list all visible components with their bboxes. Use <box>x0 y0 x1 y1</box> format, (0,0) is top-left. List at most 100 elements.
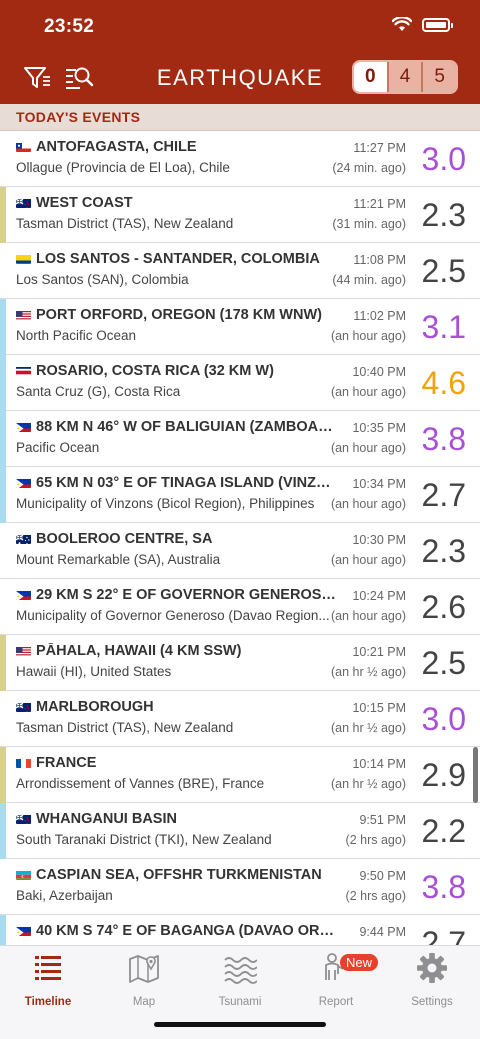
event-time: 11:08 PM <box>353 253 406 267</box>
event-time: 10:30 PM <box>352 533 406 547</box>
depth-indicator-bar <box>0 187 6 243</box>
chile-flag-icon <box>16 141 31 152</box>
event-region: Ollague (Provincia de El Loa), Chile <box>16 160 230 175</box>
event-magnitude: 2.5 <box>421 645 466 681</box>
gear-icon <box>417 953 447 983</box>
event-row[interactable]: LOS SANTOS - SANTANDER, COLOMBIA Los Sant… <box>0 243 480 299</box>
event-row[interactable]: PORT ORFORD, OREGON (178 KM WNW) North Pa… <box>0 299 480 355</box>
event-place: 29 KM S 22° E OF GOVERNOR GENEROSO (... <box>36 587 336 603</box>
event-row[interactable]: CASPIAN SEA, OFFSHR TURKMENISTAN Baki, Az… <box>0 859 480 915</box>
home-indicator <box>154 1022 326 1027</box>
event-time: 11:21 PM <box>353 197 406 211</box>
event-relative-time: (24 min. ago) <box>332 161 406 175</box>
new-zealand-flag-icon <box>16 701 31 712</box>
event-row[interactable]: BOOLEROO CENTRE, SA Mount Remarkable (SA)… <box>0 523 480 579</box>
event-region: Municipality of Vinzons (Bicol Region), … <box>16 496 315 511</box>
event-time: 10:35 PM <box>352 421 406 435</box>
event-relative-time: (an hr ½ ago) <box>330 665 406 679</box>
timeline-icon <box>35 956 61 980</box>
event-place: WEST COAST <box>36 195 133 211</box>
magnitude-filter-5[interactable]: 5 <box>421 62 456 92</box>
event-row[interactable]: 29 KM S 22° E OF GOVERNOR GENEROSO (... M… <box>0 579 480 635</box>
event-relative-time: (an hour ago) <box>330 553 406 567</box>
new-zealand-flag-icon <box>16 813 31 824</box>
event-place: ANTOFAGASTA, CHILE <box>36 139 197 155</box>
depth-indicator-bar <box>0 523 6 579</box>
event-region: South Taranaki District (TKI), New Zeala… <box>16 832 272 847</box>
event-relative-time: (31 min. ago) <box>332 217 406 231</box>
tab-timeline[interactable]: Timeline <box>0 952 96 1008</box>
event-magnitude: 3.1 <box>421 309 466 345</box>
event-relative-time: (2 hrs ago) <box>345 833 406 847</box>
nav-bar: EARTHQUAKE 0 4 5 <box>0 56 480 100</box>
tab-map[interactable]: Map <box>96 952 192 1008</box>
tab-tsunami[interactable]: Tsunami <box>192 952 288 1008</box>
magnitude-filter[interactable]: 0 4 5 <box>352 60 458 94</box>
event-place: WHANGANUI BASIN <box>36 811 177 827</box>
tab-label: Report <box>318 996 354 1008</box>
depth-indicator-bar <box>0 467 6 523</box>
event-row[interactable]: PĀHALA, HAWAII (4 KM SSW) Hawaii (HI), Un… <box>0 635 480 691</box>
event-region: Baki, Azerbaijan <box>16 888 113 903</box>
event-time: 11:27 PM <box>353 141 406 155</box>
event-relative-time: (an hr ½ ago) <box>330 777 406 791</box>
event-row[interactable]: WHANGANUI BASIN South Taranaki District (… <box>0 803 480 859</box>
event-magnitude: 2.9 <box>421 757 466 793</box>
event-row[interactable]: FRANCE Arrondissement of Vannes (BRE), Fr… <box>0 747 480 803</box>
wifi-icon <box>392 17 412 31</box>
event-time: 9:51 PM <box>359 813 406 827</box>
magnitude-filter-0[interactable]: 0 <box>354 62 387 92</box>
event-place: FRANCE <box>36 755 97 771</box>
event-region: Mount Remarkable (SA), Australia <box>16 552 221 567</box>
event-row[interactable]: 40 KM S 74° E OF BAGANGA (DAVAO ORIENT..… <box>0 915 480 945</box>
event-place: MARLBOROUGH <box>36 699 154 715</box>
new-badge: New <box>340 954 379 971</box>
philippines-flag-icon <box>16 589 31 600</box>
event-row[interactable]: 88 KM N 46° W OF BALIGUIAN (ZAMBOANGA...… <box>0 411 480 467</box>
event-place: 65 KM N 03° E OF TINAGA ISLAND (VINZONS.… <box>36 475 336 491</box>
philippines-flag-icon <box>16 421 31 432</box>
event-magnitude: 2.7 <box>421 925 466 945</box>
section-title: TODAY'S EVENTS <box>16 109 141 125</box>
event-row[interactable]: 65 KM N 03° E OF TINAGA ISLAND (VINZONS.… <box>0 467 480 523</box>
philippines-flag-icon <box>16 477 31 488</box>
magnitude-filter-4[interactable]: 4 <box>386 62 422 92</box>
scroll-indicator[interactable] <box>473 747 478 803</box>
app-header: 23:52 EARTHQUAKE 0 4 5 <box>0 0 480 104</box>
event-time: 10:14 PM <box>352 757 406 771</box>
event-relative-time: (44 min. ago) <box>332 273 406 287</box>
tab-label: Tsunami <box>218 996 262 1008</box>
tab-report[interactable]: New Report <box>288 952 384 1008</box>
event-relative-time: (an hour ago) <box>330 385 406 399</box>
event-row[interactable]: MARLBOROUGH Tasman District (TAS), New Ze… <box>0 691 480 747</box>
event-row[interactable]: WEST COAST Tasman District (TAS), New Zea… <box>0 187 480 243</box>
event-row[interactable]: ROSARIO, COSTA RICA (32 KM W) Santa Cruz … <box>0 355 480 411</box>
event-time: 9:44 PM <box>359 925 406 939</box>
event-region: Municipality of Governor Generoso (Davao… <box>16 608 330 623</box>
tab-label: Map <box>132 996 156 1008</box>
azerbaijan-flag-icon <box>16 869 31 880</box>
event-place: 88 KM N 46° W OF BALIGUIAN (ZAMBOANGA... <box>36 419 336 435</box>
event-place: 40 KM S 74° E OF BAGANGA (DAVAO ORIENT..… <box>36 923 336 939</box>
event-row[interactable]: ANTOFAGASTA, CHILE Ollague (Provincia de … <box>0 131 480 187</box>
australia-flag-icon <box>16 533 31 544</box>
depth-indicator-bar <box>0 803 6 859</box>
tab-settings[interactable]: Settings <box>384 952 480 1008</box>
event-magnitude: 2.5 <box>421 253 466 289</box>
event-region: North Pacific Ocean <box>16 328 137 343</box>
event-magnitude: 2.7 <box>421 477 466 513</box>
new-zealand-flag-icon <box>16 197 31 208</box>
tab-label: Timeline <box>24 996 72 1008</box>
event-place: LOS SANTOS - SANTANDER, COLOMBIA <box>36 251 320 267</box>
event-list[interactable]: ANTOFAGASTA, CHILE Ollague (Provincia de … <box>0 131 480 945</box>
philippines-flag-icon <box>16 925 31 936</box>
map-icon <box>129 955 159 983</box>
event-relative-time: (an hr ½ ago) <box>330 721 406 735</box>
event-relative-time: (an hour ago) <box>330 497 406 511</box>
status-icons <box>392 17 453 32</box>
event-region: Tasman District (TAS), New Zealand <box>16 216 234 231</box>
event-relative-time: (an hour ago) <box>330 609 406 623</box>
depth-indicator-bar <box>0 747 6 803</box>
depth-indicator-bar <box>0 859 6 915</box>
depth-indicator-bar <box>0 299 6 355</box>
